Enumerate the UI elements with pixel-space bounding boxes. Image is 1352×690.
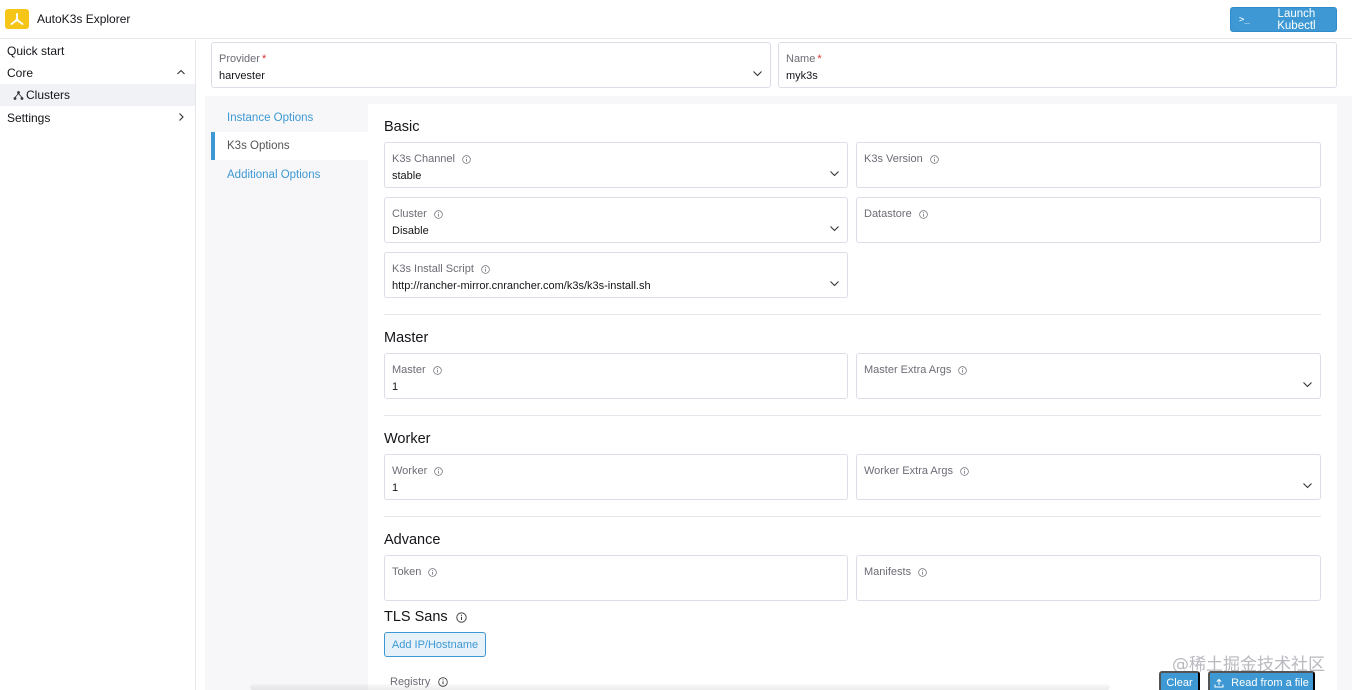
app-title: AutoK3s Explorer bbox=[37, 12, 131, 26]
launch-kubectl-label: Launch Kubectl bbox=[1277, 7, 1316, 32]
info-icon bbox=[960, 466, 969, 476]
worker-label: Worker bbox=[392, 465, 428, 477]
info-icon bbox=[462, 154, 471, 164]
info-icon bbox=[918, 209, 928, 219]
scroll-shadow bbox=[250, 684, 1110, 690]
section-title-worker: Worker bbox=[384, 431, 431, 447]
master-input[interactable]: Master 1 bbox=[384, 353, 848, 399]
master-label: Master bbox=[392, 364, 426, 376]
k3s-version-label: K3s Version bbox=[864, 153, 923, 165]
info-icon bbox=[438, 677, 449, 687]
name-label: Name bbox=[786, 53, 816, 65]
sidebar-item-core[interactable]: Core bbox=[0, 62, 195, 84]
provider-label: Provider bbox=[219, 53, 260, 65]
terminal-icon: >_ bbox=[1239, 14, 1250, 25]
tab-label: K3s Options bbox=[227, 140, 290, 152]
info-icon bbox=[456, 611, 467, 623]
datastore-label: Datastore bbox=[864, 208, 912, 220]
section-title-basic: Basic bbox=[384, 119, 420, 135]
worker-extra-args-select[interactable]: Worker Extra Args bbox=[856, 454, 1321, 500]
chevron-up-icon bbox=[177, 69, 185, 75]
registry-heading: Registry bbox=[390, 676, 449, 688]
token-label: Token bbox=[392, 566, 422, 578]
tls-sans-heading: TLS Sans bbox=[384, 609, 467, 625]
master-extra-args-select[interactable]: Master Extra Args bbox=[856, 353, 1321, 399]
sidebar: Quick start Core Clusters Settings bbox=[0, 40, 196, 690]
cluster-value: Disable bbox=[392, 225, 429, 237]
name-input[interactable]: Name * myk3s bbox=[778, 42, 1337, 88]
tab-instance-options[interactable]: Instance Options bbox=[211, 104, 368, 132]
required-mark: * bbox=[817, 53, 822, 65]
name-value: myk3s bbox=[786, 70, 818, 82]
cluster-select[interactable]: Cluster Disable bbox=[384, 197, 848, 243]
tab-label: Additional Options bbox=[227, 169, 321, 181]
chevron-down-icon bbox=[1303, 382, 1312, 388]
k3s-version-input[interactable]: K3s Version bbox=[856, 142, 1321, 188]
tab-additional-options[interactable]: Additional Options bbox=[211, 161, 368, 189]
sidebar-item-clusters[interactable]: Clusters bbox=[0, 84, 195, 106]
tab-label: Instance Options bbox=[227, 112, 314, 124]
manifests-input[interactable]: Manifests bbox=[856, 555, 1321, 601]
worker-extra-args-label: Worker Extra Args bbox=[864, 465, 954, 477]
app-header: AutoK3s Explorer >_ Launch Kubectl bbox=[0, 0, 1352, 39]
tab-k3s-options[interactable]: K3s Options bbox=[211, 132, 368, 160]
section-title-advance: Advance bbox=[384, 532, 441, 548]
sidebar-item-label: Core bbox=[7, 66, 34, 80]
info-icon bbox=[434, 466, 443, 476]
manifests-label: Manifests bbox=[864, 566, 912, 578]
options-tabs: Instance Options K3s Options Additional … bbox=[205, 104, 368, 690]
sidebar-item-quick-start[interactable]: Quick start bbox=[0, 40, 195, 62]
k3s-logo-icon bbox=[10, 13, 24, 25]
worker-value: 1 bbox=[392, 482, 399, 494]
cluster-label: Cluster bbox=[392, 208, 427, 220]
sidebar-item-label: Settings bbox=[7, 111, 51, 125]
provider-select[interactable]: Provider * harvester bbox=[211, 42, 771, 88]
cluster-icon bbox=[13, 90, 24, 100]
info-icon bbox=[434, 209, 443, 219]
chevron-down-icon bbox=[753, 71, 762, 77]
tls-sans-title: TLS Sans bbox=[384, 609, 448, 625]
k3s-channel-label: K3s Channel bbox=[392, 153, 455, 165]
section-divider bbox=[384, 516, 1321, 517]
autok3s-logo bbox=[5, 9, 29, 29]
section-title-master: Master bbox=[384, 330, 429, 346]
sidebar-item-settings[interactable]: Settings bbox=[0, 107, 195, 129]
token-input[interactable]: Token bbox=[384, 555, 848, 601]
worker-input[interactable]: Worker 1 bbox=[384, 454, 848, 500]
chevron-right-icon bbox=[179, 113, 184, 121]
section-divider bbox=[384, 415, 1321, 416]
k3s-channel-select[interactable]: K3s Channel stable bbox=[384, 142, 848, 188]
install-script-label: K3s Install Script bbox=[392, 263, 474, 275]
registry-label: Registry bbox=[390, 676, 431, 688]
info-icon bbox=[428, 567, 438, 577]
add-ip-hostname-button[interactable]: Add IP/Hostname bbox=[384, 632, 486, 657]
chevron-down-icon bbox=[830, 226, 839, 232]
section-divider bbox=[384, 314, 1321, 315]
read-from-file-button[interactable]: Read from a file bbox=[1208, 671, 1315, 690]
chevron-down-icon bbox=[830, 281, 839, 287]
provider-value: harvester bbox=[219, 70, 265, 82]
install-script-select[interactable]: K3s Install Script http://rancher-mirror… bbox=[384, 252, 848, 298]
sidebar-item-label: Clusters bbox=[26, 88, 71, 102]
info-icon bbox=[929, 154, 939, 164]
upload-icon bbox=[1214, 678, 1224, 688]
info-icon bbox=[432, 365, 442, 375]
chevron-down-icon bbox=[830, 171, 839, 177]
chevron-down-icon bbox=[1303, 483, 1312, 489]
required-mark: * bbox=[261, 53, 267, 65]
info-icon bbox=[958, 365, 968, 375]
launch-kubectl-button[interactable]: >_ Launch Kubectl bbox=[1230, 7, 1337, 32]
info-icon bbox=[481, 264, 490, 274]
master-value: 1 bbox=[392, 381, 399, 393]
datastore-input[interactable]: Datastore bbox=[856, 197, 1321, 243]
install-script-value: http://rancher-mirror.cnrancher.com/k3s/… bbox=[392, 280, 651, 292]
master-extra-args-label: Master Extra Args bbox=[864, 364, 952, 376]
read-from-file-label: Read from a file bbox=[1231, 677, 1309, 689]
clear-button[interactable]: Clear bbox=[1159, 671, 1200, 690]
info-icon bbox=[918, 567, 927, 577]
sidebar-item-label: Quick start bbox=[7, 44, 65, 58]
k3s-channel-value: stable bbox=[392, 170, 422, 182]
